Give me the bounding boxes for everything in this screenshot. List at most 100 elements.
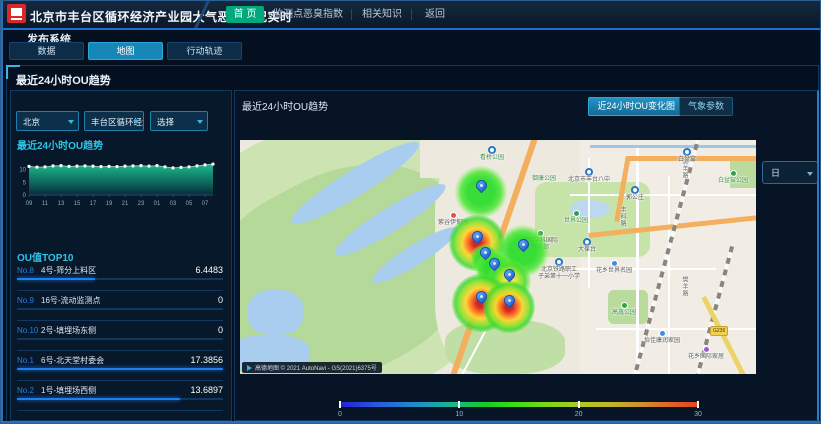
top-row-bar-track	[17, 398, 223, 400]
top-row-value: 13.6897	[190, 385, 223, 395]
heat-color-scale: 0102030	[340, 402, 698, 407]
map-poi-label: 郭公庄	[626, 186, 644, 202]
map-poi-label: 看桥公园	[480, 146, 504, 162]
map-road	[570, 194, 756, 196]
ou-change-map-button[interactable]: 近24小时OU变化图	[588, 97, 684, 116]
top-row-rank: No.9	[17, 296, 41, 305]
time-unit-select[interactable]: 日	[762, 161, 818, 184]
svg-text:0: 0	[23, 193, 27, 199]
tab-map[interactable]: 地图	[88, 42, 163, 60]
map-panel: 最近24小时OU趋势 近24小时OU变化图 气象参数 日	[234, 90, 819, 421]
park-poi-icon	[621, 302, 628, 309]
svg-text:17: 17	[90, 201, 97, 207]
app-root: 北京市丰台区循环经济产业园大气恶臭状况实时 首 页 监测点恶臭指数 相关知识 返…	[0, 0, 821, 424]
top-row-value: 0	[218, 325, 223, 335]
metro-poi-icon	[631, 186, 639, 194]
map-poi-label: 御康公园	[532, 176, 556, 183]
map-poi-label: 白盆窑公园	[718, 170, 748, 185]
main-panel: 最近24小时OU趋势 北京 丰台区循环经济产 选择 最近24小时OU趋势 0 5 1…	[6, 65, 819, 423]
map-road-label: 樊羊路	[680, 276, 689, 297]
top-list-row[interactable]: No.21号-填埋场西侧 13.6897	[17, 381, 223, 411]
top-list-row[interactable]: No.102号-填埋场东侧0	[17, 321, 223, 351]
top-row-line: No.21号-填埋场西侧 13.6897	[17, 381, 223, 396]
map-poi-label: 北京市丰台八中	[568, 168, 610, 184]
top-row-rank: No.8	[17, 266, 41, 275]
map-poi-label: 花乡世界名园	[596, 260, 632, 275]
district-select[interactable]: 丰台区循环经济产	[84, 111, 144, 131]
top-row-name: 4号-筛分上料区	[41, 265, 96, 276]
top-row-name: 1号-填埋场西侧	[41, 385, 96, 396]
amap-logo-icon	[247, 365, 252, 371]
top-row-bar-track	[17, 308, 223, 310]
nav-knowledge[interactable]: 相关知识	[357, 6, 407, 23]
tab-trajectory[interactable]: 行动轨迹	[167, 42, 242, 60]
map-poi-label: 花乡国际家居	[688, 346, 724, 361]
map-canvas[interactable]: G236 看桥公园御康公园北京市丰台八中世界公园紫谷伊甸园北京华科国际俱乐部大葆…	[240, 140, 756, 374]
svg-text:21: 21	[122, 201, 129, 207]
top-list-row[interactable]: No.916号-流动监测点0	[17, 291, 223, 321]
colorbar-tick-label: 10	[455, 411, 463, 418]
app-logo-icon	[7, 4, 26, 23]
map-river	[590, 145, 756, 148]
svg-text:15: 15	[74, 201, 81, 207]
colorbar-tick-mark	[697, 401, 699, 408]
nav-home[interactable]: 首 页	[226, 6, 264, 23]
purple-poi-icon	[703, 346, 710, 353]
map-panel-title: 最近24小时OU趋势	[242, 98, 328, 113]
map-road	[636, 148, 639, 374]
top-row-rank: No.1	[17, 356, 41, 365]
svg-text:13: 13	[58, 201, 65, 207]
colorbar-tick-label: 30	[694, 411, 702, 418]
panel-title: 最近24小时OU趋势	[16, 72, 111, 88]
chevron-down-icon	[68, 120, 74, 124]
blue-poi-icon	[659, 330, 666, 337]
svg-text:11: 11	[42, 201, 49, 207]
top-row-line: No.16号-北天堂村委会17.3856	[17, 351, 223, 366]
nav-separator	[351, 9, 352, 20]
nav-separator	[411, 9, 412, 20]
road-number-badge: G236	[710, 326, 728, 336]
city-select[interactable]: 北京	[16, 111, 79, 131]
nav-back[interactable]: 返回	[417, 6, 453, 23]
map-poi-label: 大葆台	[578, 238, 596, 254]
chevron-down-icon	[197, 120, 203, 124]
header-bar: 北京市丰台区循环经济产业园大气恶臭状况实时 首 页 监测点恶臭指数 相关知识 返…	[1, 1, 821, 30]
map-water	[248, 290, 303, 335]
top-row-line: No.84号-筛分上料区 6.4483	[17, 261, 223, 276]
top-list-row[interactable]: No.84号-筛分上料区 6.4483	[17, 261, 223, 291]
top-row-line: No.916号-流动监测点0	[17, 291, 223, 306]
top-row-bar-fill	[17, 398, 180, 400]
tab-data[interactable]: 数据	[9, 42, 84, 60]
svg-text:5: 5	[23, 180, 27, 186]
weather-params-button[interactable]: 气象参数	[679, 97, 733, 116]
map-road-label: 丰科路	[618, 206, 627, 227]
top-row-bar-fill	[17, 368, 223, 370]
park-poi-icon	[730, 170, 737, 177]
red-poi-icon	[450, 212, 457, 219]
map-poi-label: 世界公园	[564, 210, 588, 225]
top-row-rank: No.10	[17, 326, 41, 335]
top-list-row[interactable]: No.16号-北天堂村委会17.3856	[17, 351, 223, 381]
top-row-value: 6.4483	[195, 265, 223, 275]
colorbar-tick-mark	[578, 401, 580, 408]
top-row-rank: No.2	[17, 386, 41, 395]
svg-text:19: 19	[106, 201, 113, 207]
site-select[interactable]: 选择	[150, 111, 208, 131]
metro-poi-icon	[683, 148, 691, 156]
park-poi-icon	[573, 210, 580, 217]
top-row-bar-track	[17, 338, 223, 340]
metro-poi-icon	[555, 258, 563, 266]
map-poi-label: 白盆窑	[678, 148, 696, 164]
top-row-value: 17.3856	[190, 355, 223, 365]
chevron-down-icon	[807, 172, 813, 176]
ou-top-list: No.84号-筛分上料区 6.4483 No.916号-流动监测点0 No.102号-…	[17, 261, 223, 411]
top-row-value: 0	[218, 295, 223, 305]
map-attribution: 高德地图 © 2021 AutoNavi - GS(2021)6375号	[242, 362, 382, 373]
map-poi-label: 高鑫公园	[612, 302, 636, 317]
left-sidebar: 北京 丰台区循环经济产 选择 最近24小时OU趋势 05100911131517…	[10, 90, 232, 421]
colorbar-tick-label: 20	[575, 411, 583, 418]
colorbar-tick-mark	[458, 401, 460, 408]
nav-monitor-index[interactable]: 监测点恶臭指数	[269, 6, 347, 23]
metro-poi-icon	[583, 238, 591, 246]
top-row-bar-track	[17, 368, 223, 370]
